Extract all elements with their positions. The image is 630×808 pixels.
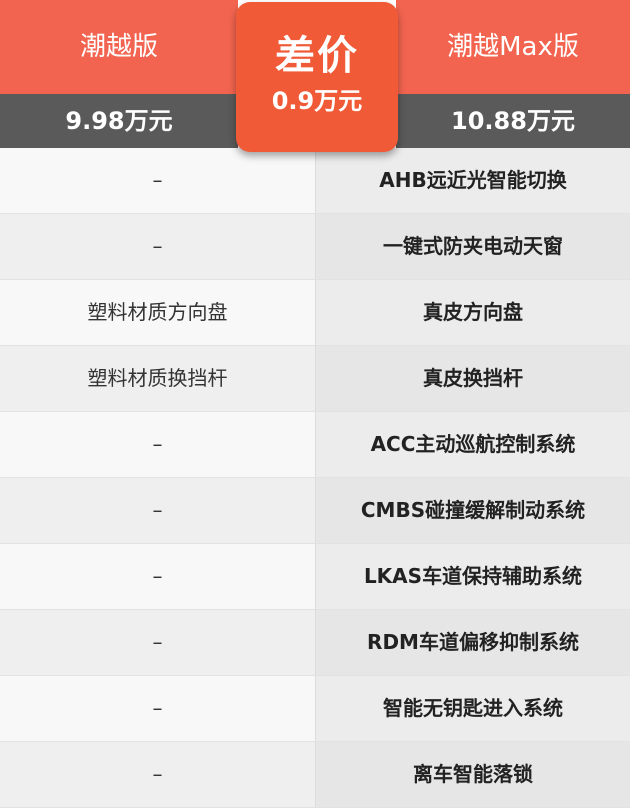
left-trim-feature: –	[0, 148, 316, 213]
right-trim-feature: ACC主动巡航控制系统	[316, 412, 630, 477]
feature-row: – 离车智能落锁	[0, 742, 630, 808]
left-trim-feature: –	[0, 676, 316, 741]
feature-row: – 一键式防夹电动天窗	[0, 214, 630, 280]
right-trim-feature: RDM车道偏移抑制系统	[316, 610, 630, 675]
left-trim-feature: –	[0, 478, 316, 543]
comparison-table: 潮越版 9.98万元 潮越Max版 10.88万元 差价 0.9万元 – AHB…	[0, 0, 630, 808]
left-trim-feature: 塑料材质方向盘	[0, 280, 316, 345]
price-difference-title: 差价	[275, 33, 359, 79]
left-trim-price: 9.98万元	[0, 94, 238, 148]
right-trim-feature: 真皮换挡杆	[316, 346, 630, 411]
left-trim-feature: 塑料材质换挡杆	[0, 346, 316, 411]
feature-row: – LKAS车道保持辅助系统	[0, 544, 630, 610]
right-trim-feature: 离车智能落锁	[316, 742, 630, 807]
left-trim-header: 潮越版 9.98万元	[0, 0, 238, 148]
right-trim-feature: AHB远近光智能切换	[316, 148, 630, 213]
feature-row: – ACC主动巡航控制系统	[0, 412, 630, 478]
left-trim-feature: –	[0, 610, 316, 675]
right-trim-feature: CMBS碰撞缓解制动系统	[316, 478, 630, 543]
feature-row: – CMBS碰撞缓解制动系统	[0, 478, 630, 544]
feature-row: 塑料材质换挡杆 真皮换挡杆	[0, 346, 630, 412]
right-trim-feature: 智能无钥匙进入系统	[316, 676, 630, 741]
price-difference-badge: 差价 0.9万元	[236, 2, 398, 152]
feature-row: – 智能无钥匙进入系统	[0, 676, 630, 742]
feature-row: – AHB远近光智能切换	[0, 148, 630, 214]
feature-row: 塑料材质方向盘 真皮方向盘	[0, 280, 630, 346]
price-difference-value: 0.9万元	[271, 87, 363, 115]
left-trim-feature: –	[0, 412, 316, 477]
left-trim-feature: –	[0, 742, 316, 807]
right-trim-feature: LKAS车道保持辅助系统	[316, 544, 630, 609]
right-trim-name: 潮越Max版	[396, 0, 630, 94]
right-trim-feature: 一键式防夹电动天窗	[316, 214, 630, 279]
left-trim-feature: –	[0, 214, 316, 279]
left-trim-name: 潮越版	[0, 0, 238, 94]
right-trim-feature: 真皮方向盘	[316, 280, 630, 345]
right-trim-header: 潮越Max版 10.88万元	[396, 0, 630, 148]
feature-row: – RDM车道偏移抑制系统	[0, 610, 630, 676]
right-trim-price: 10.88万元	[396, 94, 630, 148]
left-trim-feature: –	[0, 544, 316, 609]
feature-rows: – AHB远近光智能切换 – 一键式防夹电动天窗 塑料材质方向盘 真皮方向盘 塑…	[0, 148, 630, 808]
